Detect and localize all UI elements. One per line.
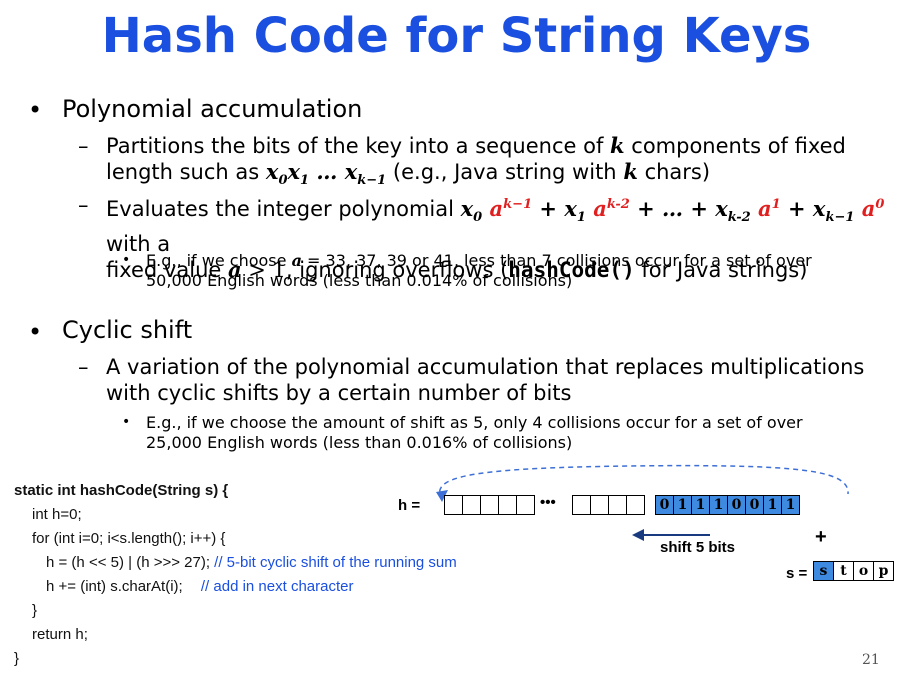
code-line: h = (h << 5) | (h >>> 27); // 5-bit cycl… [46,554,457,571]
ellipsis: ••• [540,494,556,511]
char-cell: t [833,561,854,581]
code-line: } [32,602,38,619]
bit-cell: 0 [655,495,674,515]
bullet1-sub1: Partitions the bits of the key into a se… [106,133,846,189]
bit-cell: 1 [781,495,800,515]
char-cell: o [853,561,874,581]
bullet1-heading: Polynomial accumulation [62,95,363,123]
h-cell [462,495,481,515]
h-cell [590,495,609,515]
h-cell [498,495,517,515]
sub-bullet-dot: • [122,414,131,430]
bit-cell: 0 [745,495,764,515]
h-label: h = [398,497,421,514]
bit-cell: 1 [691,495,710,515]
h-cell [608,495,627,515]
code-line: return h; [32,626,88,643]
shift-label: shift 5 bits [660,539,736,556]
code-line: h += (int) s.charAt(i); // add in next c… [46,578,354,595]
bullet2-example: E.g., if we choose the amount of shift a… [146,413,803,452]
code-block: static int hashCode(String s) { int h=0;… [14,479,457,671]
code-line: int h=0; [32,506,82,523]
plus-sign: + [815,526,827,548]
bit-cell: 1 [709,495,728,515]
dash: – [78,134,89,158]
bullet1-example: E.g., if we choose a = 33, 37, 39 or 41,… [146,251,812,290]
h-cell [516,495,535,515]
bit-cell: 1 [763,495,782,515]
h-cell [444,495,463,515]
bullet-dot: • [28,96,43,124]
bullet2-sub1: A variation of the polynomial accumulati… [106,355,865,405]
code-line: } [14,650,20,667]
char-cell: p [873,561,894,581]
h-cell [626,495,645,515]
char-cell: s [813,561,834,581]
code-line: for (int i=0; i<s.length(); i++) { [32,530,226,547]
bit-cell: 0 [727,495,746,515]
dash: – [78,355,89,379]
slide-title: Hash Code for String Keys [101,8,812,64]
page-number: 21 [862,652,880,668]
code-line: static int hashCode(String s) { [14,482,229,499]
bit-cell: 1 [673,495,692,515]
s-label: s = [786,565,808,582]
h-cell [480,495,499,515]
dash: – [78,193,89,217]
bullet2-heading: Cyclic shift [62,316,193,344]
bullet-dot: • [28,318,43,346]
h-cell [572,495,591,515]
sub-bullet-dot: • [122,252,131,268]
